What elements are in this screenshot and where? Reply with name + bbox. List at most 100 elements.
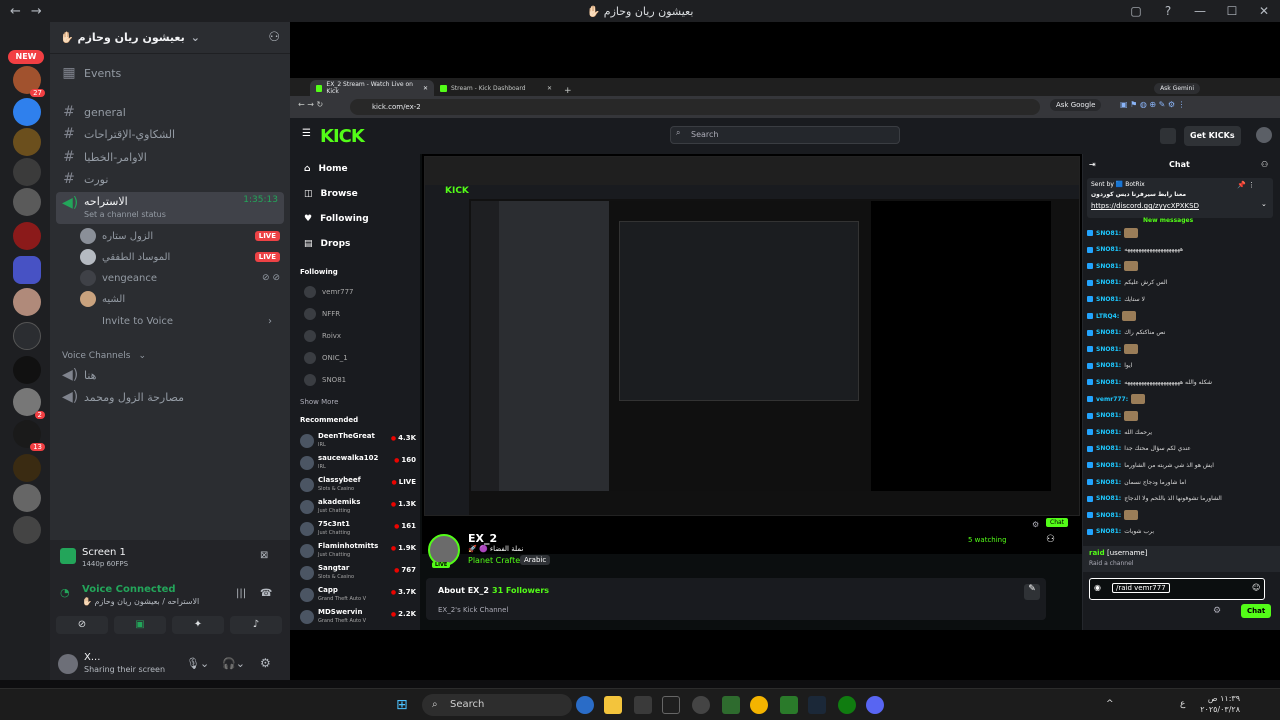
maximize-button[interactable]: ☐ bbox=[1216, 0, 1248, 22]
close-button[interactable]: ✕ bbox=[1248, 0, 1280, 22]
obs-icon[interactable] bbox=[692, 696, 710, 714]
chat-input[interactable]: ◉ /raid vemr777 ☺ bbox=[1089, 578, 1265, 600]
chat-username[interactable]: vemr777: bbox=[1096, 396, 1128, 403]
xbox-icon[interactable] bbox=[838, 696, 856, 714]
app-icon[interactable] bbox=[722, 696, 740, 714]
recommended-item[interactable]: Capp Grand Theft Auto V 3.7K bbox=[300, 586, 418, 608]
tab-kick-stream[interactable]: EX_2 Stream - Watch Live on Kick ✕ bbox=[310, 80, 434, 96]
nav-following[interactable]: ♥ Following bbox=[304, 214, 369, 224]
chat-username[interactable]: SNO81: bbox=[1096, 429, 1121, 436]
activities-button[interactable]: ✦ bbox=[172, 616, 224, 634]
chat-username[interactable]: SNO81: bbox=[1096, 512, 1121, 519]
recommended-item[interactable]: Sangtar Slots & Casino 767 bbox=[300, 564, 418, 586]
inbox-icon[interactable]: ▢ bbox=[1120, 0, 1152, 22]
following-item[interactable]: ONIC_1 bbox=[304, 352, 348, 364]
chat-message[interactable]: SNO81: برب شويات bbox=[1087, 525, 1275, 539]
pinned-link[interactable]: https://discord.gg/zyycXPXKSD bbox=[1091, 202, 1199, 210]
chat-message[interactable]: vemr777: bbox=[1087, 392, 1275, 406]
chat-username[interactable]: SNO81: bbox=[1096, 528, 1121, 535]
chat-username[interactable]: SNO81: bbox=[1096, 263, 1121, 270]
server-icon[interactable]: 2 bbox=[13, 388, 45, 419]
send-chat-button[interactable]: Chat bbox=[1241, 604, 1272, 618]
close-tab-icon[interactable]: ✕ bbox=[547, 85, 552, 92]
show-more-link[interactable]: Show More bbox=[300, 398, 338, 406]
dashboard-icon[interactable] bbox=[1160, 128, 1176, 144]
minimize-button[interactable]: — bbox=[1184, 0, 1216, 22]
close-tab-icon[interactable]: ✕ bbox=[423, 85, 428, 92]
chat-message[interactable]: SNO81: ايش هو الذ شي شربته من الشاورما bbox=[1087, 458, 1275, 472]
language-tag[interactable]: Arabic bbox=[520, 555, 551, 565]
chat-message[interactable]: SNO81: bbox=[1087, 226, 1275, 240]
follow-icon[interactable]: ⚇ bbox=[1046, 534, 1055, 545]
address-bar[interactable]: kick.com/ex-2 bbox=[350, 99, 1040, 115]
microphone-icon[interactable]: 🎙⌄ bbox=[186, 657, 209, 670]
chat-message[interactable]: SNO81: لا ستايك bbox=[1087, 292, 1275, 306]
voice-user[interactable]: vengeance ⊘ ⊘ bbox=[80, 268, 280, 288]
chat-message[interactable]: SNO81: عندي لكم سؤال محتك جدا bbox=[1087, 442, 1275, 456]
server-icon[interactable] bbox=[13, 98, 41, 126]
server-icon[interactable] bbox=[13, 484, 41, 512]
edge-icon[interactable] bbox=[576, 696, 594, 714]
new-tab-button[interactable]: + bbox=[558, 86, 578, 96]
kick-logo[interactable]: KICK bbox=[320, 126, 365, 147]
recommended-item[interactable]: DeenTheGreat IRL 4.3K bbox=[300, 432, 418, 454]
recommended-item[interactable]: akademiks Just Chatting 1.3K bbox=[300, 498, 418, 520]
chat-message[interactable]: SNO81: bbox=[1087, 409, 1275, 423]
taskbar-search[interactable]: Search bbox=[422, 694, 572, 716]
app-icon[interactable] bbox=[662, 696, 680, 714]
chat-message[interactable]: SNO81: نص مناكتكم راك bbox=[1087, 326, 1275, 340]
search-input[interactable]: Search bbox=[670, 126, 900, 144]
avatar[interactable] bbox=[1256, 127, 1272, 143]
voice-user[interactable]: الزول ستاره LIVE bbox=[80, 226, 280, 246]
server-icon[interactable] bbox=[13, 356, 41, 384]
chat-username[interactable]: SNO81: bbox=[1096, 362, 1121, 369]
following-item[interactable]: NFFR bbox=[304, 308, 340, 320]
tray-chevron-icon[interactable]: ^ bbox=[1106, 699, 1114, 709]
player-settings-icon[interactable]: ⚙ bbox=[1032, 520, 1039, 529]
channel-category[interactable]: Planet Crafter bbox=[468, 556, 523, 565]
events-item[interactable]: ▦ Events bbox=[56, 62, 284, 84]
chevron-down-icon[interactable]: ⌄ bbox=[1261, 200, 1267, 208]
chat-message[interactable]: SNO81: الس كرش عليكم bbox=[1087, 276, 1275, 290]
new-messages-divider[interactable]: New messages bbox=[1143, 217, 1193, 224]
chat-username[interactable]: SNO81: bbox=[1096, 230, 1121, 237]
chat-users-icon[interactable]: ⚇ bbox=[1261, 160, 1268, 169]
chat-message[interactable]: SNO81: ايوا bbox=[1087, 359, 1275, 373]
channel-welcome[interactable]: # نورت bbox=[56, 168, 284, 190]
get-kicks-button[interactable]: Get KICKs bbox=[1184, 126, 1241, 146]
noise-icon[interactable]: ||| bbox=[236, 588, 246, 599]
chat-username[interactable]: SNO81: bbox=[1096, 379, 1121, 386]
server-icon[interactable] bbox=[13, 288, 41, 316]
chat-message[interactable]: SNO81: ههههههههههههههههههههه bbox=[1087, 243, 1275, 257]
voice-channel[interactable]: ◀) هنا bbox=[56, 364, 284, 386]
edit-icon[interactable]: ✎ bbox=[1024, 584, 1040, 600]
chat-message[interactable]: SNO81: bbox=[1087, 508, 1275, 522]
emoji-icon[interactable]: ☺ bbox=[1252, 583, 1260, 592]
pin-icon[interactable]: 📌 ⋮ bbox=[1237, 181, 1255, 189]
emote-picker-icon[interactable]: ◉ bbox=[1094, 583, 1101, 592]
folder-icon[interactable] bbox=[13, 256, 41, 284]
soundboard-button[interactable]: ♪ bbox=[230, 616, 282, 634]
following-item[interactable]: SNO81 bbox=[304, 374, 346, 386]
chat-message[interactable]: SNO81: يرحمك الله bbox=[1087, 425, 1275, 439]
help-icon[interactable]: ? bbox=[1152, 0, 1184, 22]
collapse-chat-icon[interactable]: ⇥ bbox=[1089, 160, 1096, 169]
chat-message[interactable]: SNO81: bbox=[1087, 342, 1275, 356]
voice-user[interactable]: الموساد الطفقي LIVE bbox=[80, 247, 280, 267]
invite-to-voice[interactable]: Invite to Voice › bbox=[80, 311, 280, 331]
recommended-item[interactable]: saucewalka102 IRL 160 bbox=[300, 454, 418, 476]
player-chat-button[interactable]: Chat bbox=[1046, 518, 1069, 527]
screen-share-button[interactable]: ▣ bbox=[114, 616, 166, 634]
chat-username[interactable]: SNO81: bbox=[1096, 329, 1121, 336]
recommended-item[interactable]: 75c3nt1 Just Chatting 161 bbox=[300, 520, 418, 542]
recommended-item[interactable]: Classybeef Slots & Casino LIVE bbox=[300, 476, 418, 498]
chat-username[interactable]: SNO81: bbox=[1096, 479, 1121, 486]
ask-google-button[interactable]: Ask Google bbox=[1050, 99, 1102, 111]
channel-general[interactable]: # general bbox=[56, 101, 284, 123]
disconnect-icon[interactable]: ☎ bbox=[260, 588, 272, 599]
voice-channel[interactable]: ◀) مصارحة الزول ومحمد bbox=[56, 386, 284, 408]
chat-username[interactable]: SNO81: bbox=[1096, 412, 1121, 419]
back-arrow-icon[interactable]: ← bbox=[10, 4, 21, 19]
forward-arrow-icon[interactable]: → bbox=[31, 4, 42, 19]
chat-message[interactable]: SNO81: bbox=[1087, 259, 1275, 273]
